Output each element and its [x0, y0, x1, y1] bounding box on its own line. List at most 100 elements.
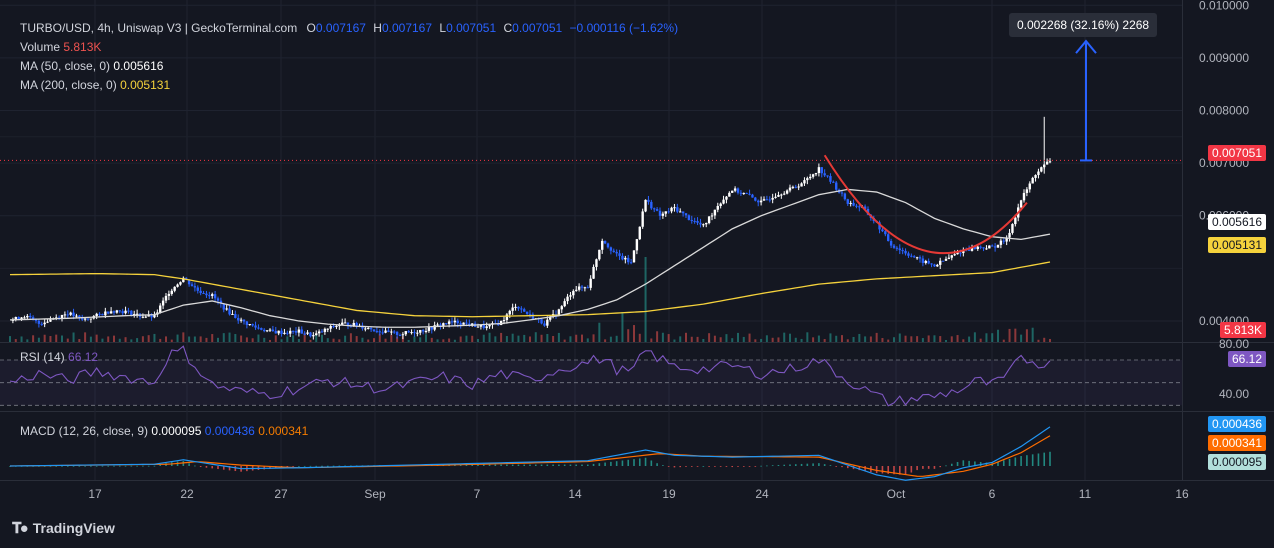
volume-bar — [523, 334, 526, 342]
volume-bar — [667, 334, 670, 342]
candle-body — [239, 319, 243, 321]
volume-bar — [344, 335, 347, 342]
candle-body — [390, 331, 393, 333]
candle-body — [398, 334, 402, 336]
candle-body — [797, 186, 800, 188]
macd-histogram-bar — [662, 465, 664, 466]
candle-body — [563, 301, 566, 307]
candle-body — [514, 306, 517, 308]
volume-bar — [141, 336, 144, 342]
volume-bar — [517, 335, 520, 342]
macd-histogram-bar — [488, 464, 491, 466]
volume-bar — [390, 335, 393, 342]
candle-body — [979, 246, 982, 248]
candle-body — [785, 190, 789, 194]
candle-body — [488, 324, 491, 327]
candle-body — [817, 167, 821, 174]
volume-bar — [182, 332, 185, 342]
macd-histogram-bar — [922, 466, 924, 469]
candle-body — [271, 329, 275, 332]
candle-body — [702, 224, 705, 226]
volume-bar — [170, 339, 173, 342]
low-value: 0.007051 — [446, 21, 497, 35]
volume-bar — [702, 338, 705, 342]
volume-bar — [921, 338, 924, 342]
volume-bar — [737, 332, 739, 342]
macd-histogram-bar — [234, 466, 237, 472]
macd-histogram-bar — [708, 466, 710, 467]
candle-body — [560, 306, 563, 310]
candle-body — [982, 247, 985, 249]
macd-histogram-bar — [194, 465, 196, 467]
candle-body — [112, 311, 116, 313]
macd-histogram-bar — [552, 464, 554, 466]
candle-body — [381, 332, 384, 334]
candle-body — [852, 202, 855, 206]
macd-histogram-bar — [927, 466, 930, 469]
x-tick-label: 14 — [568, 487, 582, 501]
volume-legend[interactable]: Volume 5.813K — [20, 40, 101, 54]
candle-body — [109, 311, 113, 314]
volume-bar — [783, 332, 786, 342]
macd-histogram-bar — [78, 465, 81, 467]
candle-body — [401, 334, 405, 336]
volume-bar — [205, 337, 208, 342]
tradingview-logo[interactable]: 𝐓● TradingView — [12, 520, 115, 537]
y-tick-label: 0.010000 — [1199, 0, 1249, 12]
candle-body — [309, 332, 312, 337]
volume-bar — [869, 336, 872, 342]
candle-body — [679, 211, 682, 213]
candle-body — [774, 196, 777, 198]
open-value: 0.007167 — [315, 21, 366, 35]
candle-body — [1014, 217, 1017, 225]
volume-bar — [592, 334, 595, 342]
macd-histogram-bar — [748, 466, 751, 467]
candle-body — [196, 287, 199, 291]
candle-body — [416, 332, 419, 334]
macd-legend[interactable]: MACD (12, 26, close, 9) 0.000095 0.00043… — [20, 424, 308, 438]
candle-body — [884, 231, 887, 235]
candle-body — [638, 226, 641, 240]
volume-bar — [812, 337, 815, 342]
macd-histogram-bar — [841, 466, 843, 468]
volume-bar — [1008, 328, 1011, 342]
candle-body — [251, 324, 254, 326]
macd-histogram-bar — [742, 466, 745, 467]
macd-histogram-bar — [61, 465, 63, 467]
ma50-legend[interactable]: MA (50, close, 0) 0.005616 — [20, 59, 163, 73]
volume-bar — [159, 338, 162, 342]
candle-body — [947, 257, 951, 259]
macd-histogram-bar — [633, 459, 635, 466]
candle-body — [300, 329, 303, 334]
candle-body — [667, 211, 670, 213]
candle-body — [999, 240, 1003, 245]
candle-body — [915, 257, 919, 259]
volume-bar — [309, 339, 312, 342]
volume-bar — [557, 332, 560, 342]
rsi-legend[interactable]: RSI (14) 66.12 — [20, 350, 98, 364]
macd-histogram-bar — [72, 465, 75, 467]
macd-histogram-bar — [569, 464, 572, 466]
macd-histogram-bar — [673, 466, 676, 468]
candle-body — [254, 325, 257, 328]
candle-body — [540, 319, 543, 324]
volume-bar — [477, 339, 479, 342]
candle-body — [520, 308, 523, 310]
candle-body — [635, 239, 639, 251]
ma200-legend[interactable]: MA (200, close, 0) 0.005131 — [20, 78, 170, 92]
candle-body — [323, 328, 327, 332]
chart-canvas[interactable]: 0.0040000.0060000.0070000.0080000.009000… — [0, 0, 1274, 548]
candle-body — [237, 317, 240, 321]
candle-body — [592, 266, 595, 279]
macd-histogram-bar — [142, 465, 144, 467]
candle-body — [213, 294, 217, 299]
candle-body — [572, 290, 575, 296]
candle-body — [606, 243, 610, 248]
volume-bar — [713, 335, 716, 342]
volume-bar — [765, 335, 768, 342]
candle-body — [216, 298, 220, 301]
candle-body — [277, 330, 280, 334]
candle-body — [650, 201, 653, 209]
candle-body — [780, 194, 783, 196]
candle-body — [892, 245, 896, 248]
